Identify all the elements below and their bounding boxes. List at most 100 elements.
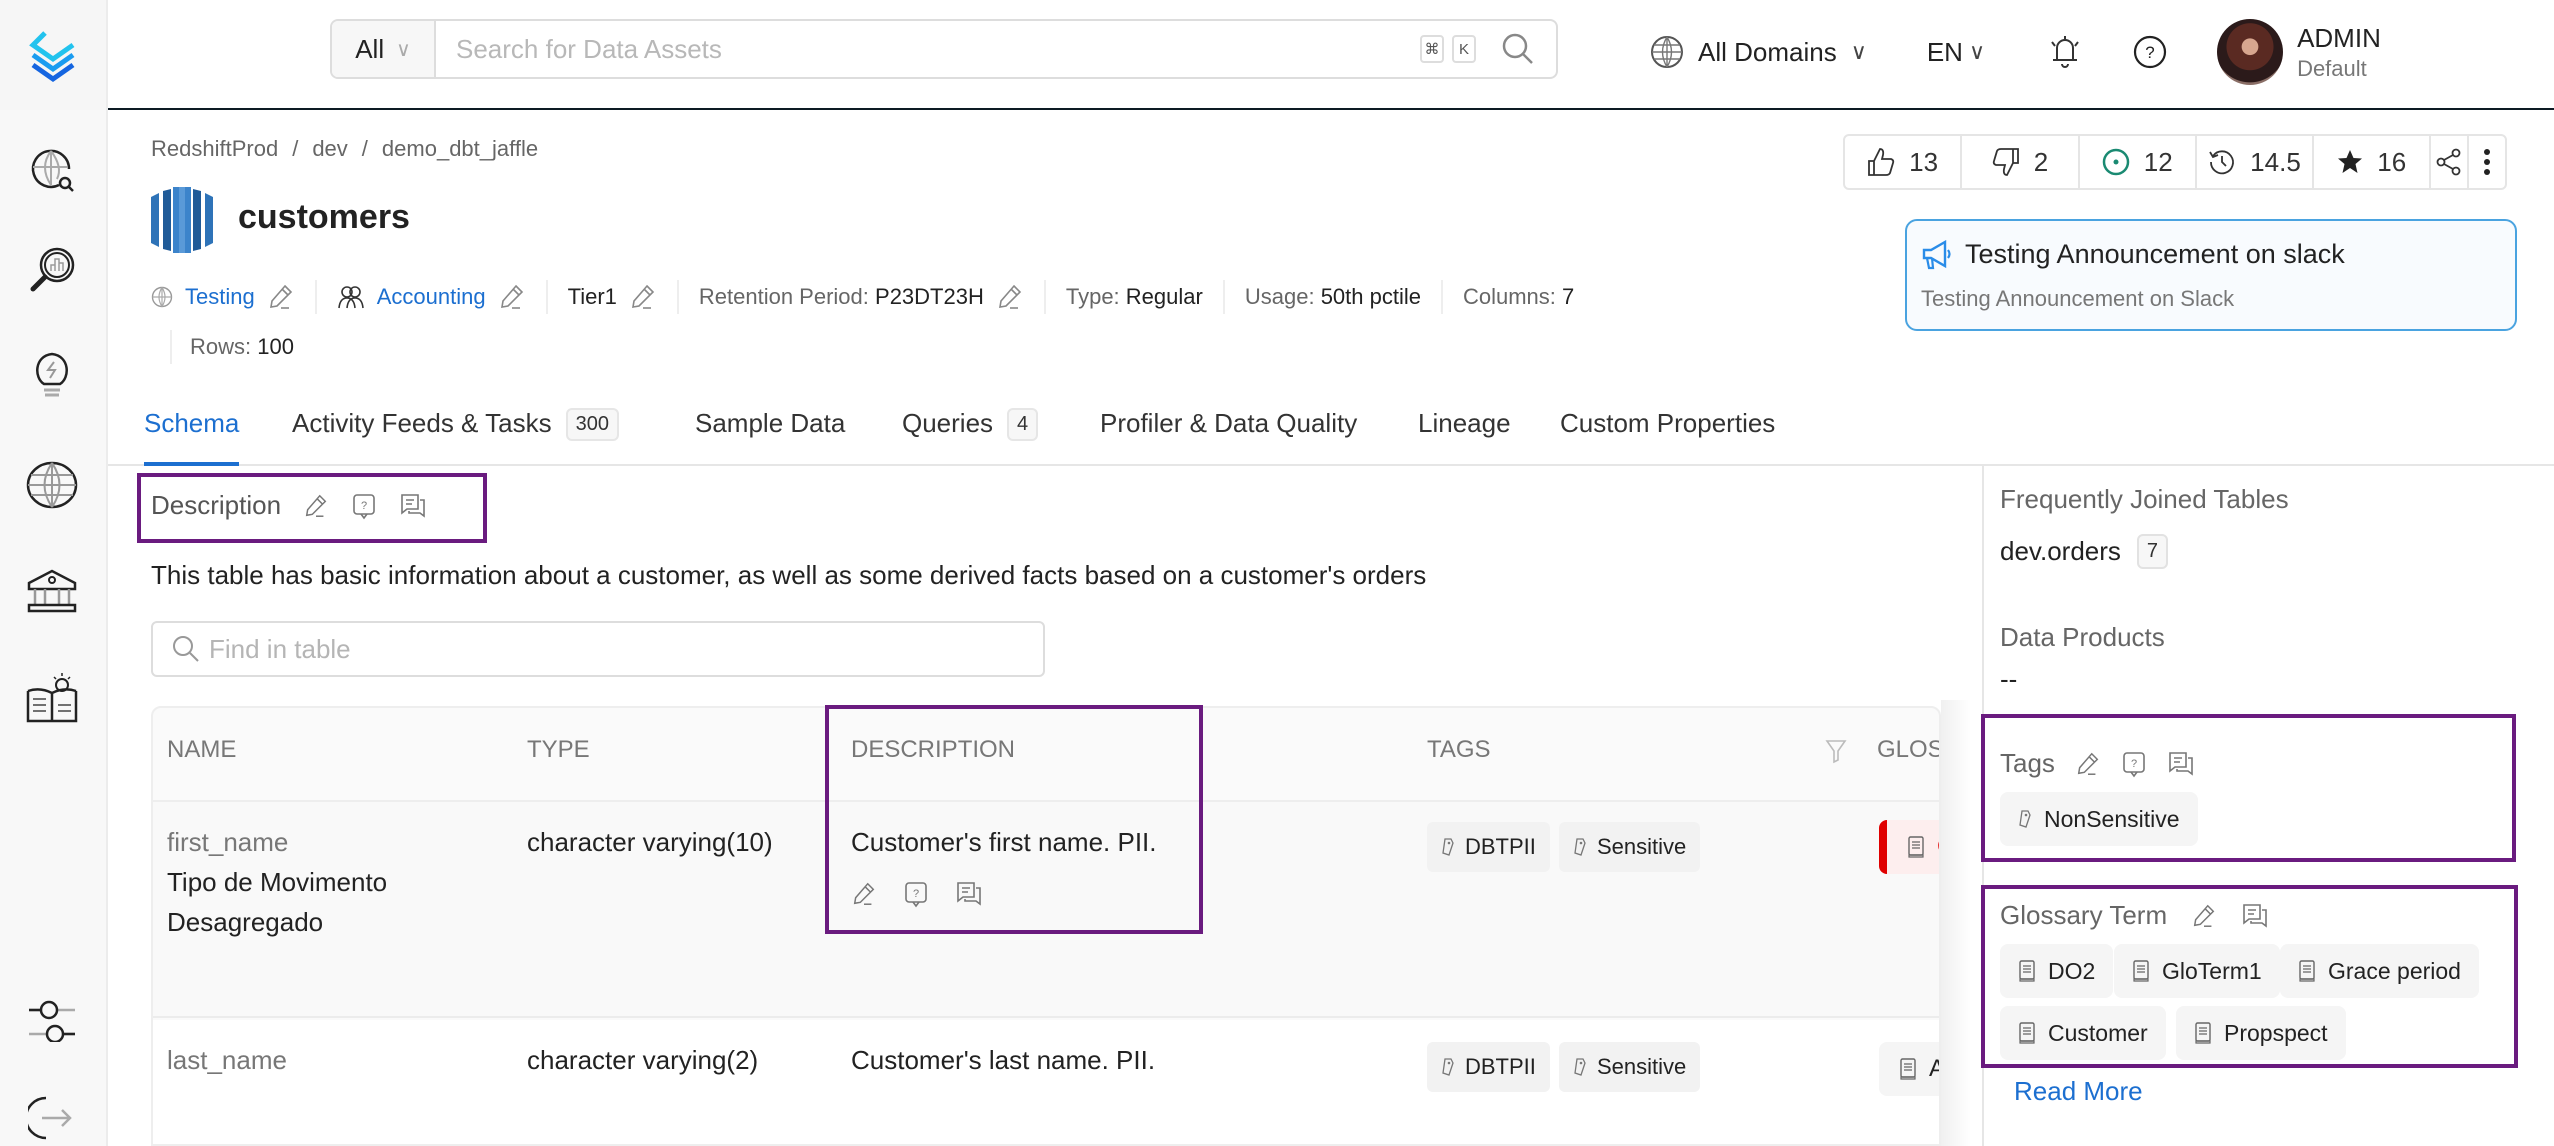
user-name: ADMIN <box>2297 23 2381 53</box>
edit-retention-button[interactable] <box>996 283 1024 311</box>
table-row[interactable]: last_name character varying(2) Customer'… <box>153 1020 1939 1144</box>
retention-label: Retention Period: <box>698 284 869 309</box>
svg-text:?: ? <box>361 500 367 512</box>
more-options-button[interactable] <box>2469 136 2505 188</box>
version-history-button[interactable]: 14.5 <box>2197 136 2315 188</box>
edit-tier-button[interactable] <box>629 283 657 311</box>
app-logo[interactable] <box>0 0 106 110</box>
sidebar-item-observability[interactable] <box>22 240 82 300</box>
tag-chip[interactable]: NonSensitive <box>2000 792 2198 846</box>
share-button[interactable] <box>2431 136 2470 188</box>
read-more-link[interactable]: Read More <box>2014 1076 2143 1107</box>
edit-description-button[interactable] <box>303 492 329 520</box>
column-header-name[interactable]: NAME <box>167 736 236 764</box>
language-selector[interactable]: EN ∨ <box>1927 37 1985 68</box>
column-conversation-button[interactable] <box>955 880 983 908</box>
glossary-conversation-button[interactable] <box>2241 902 2269 930</box>
column-header-glossary[interactable]: GLOS <box>1877 736 1939 764</box>
globe-icon <box>151 286 173 308</box>
tab-label: Lineage <box>1418 408 1511 438</box>
follow-button[interactable]: 12 <box>2080 136 2197 188</box>
glossary-term-chip[interactable]: C <box>1879 820 1939 874</box>
tab-label: Activity Feeds & Tasks <box>292 408 552 438</box>
edit-owner-button[interactable] <box>498 283 526 311</box>
find-in-table-input[interactable] <box>209 633 1043 665</box>
edit-glossary-button[interactable] <box>2191 902 2217 930</box>
search-filter-dropdown[interactable]: All ∨ <box>332 21 436 77</box>
edit-column-description-button[interactable] <box>851 880 877 908</box>
question-bubble-icon: ? <box>905 882 927 908</box>
request-column-description-button[interactable]: ? <box>903 880 929 908</box>
joined-table-link[interactable]: dev.orders <box>2000 536 2121 567</box>
sidebar-item-settings[interactable] <box>22 990 82 1050</box>
table-row[interactable]: first_name Tipo de Movimento Desagregado… <box>153 802 1939 1018</box>
domain-selector[interactable]: All Domains ∨ <box>1650 35 1867 69</box>
sidebar-item-governance[interactable] <box>22 560 82 620</box>
tier-field: Tier1 <box>548 280 679 314</box>
tag-chip[interactable]: DBTPII <box>1427 1042 1550 1092</box>
cmd-key: ⌘ <box>1420 35 1444 63</box>
tab-queries[interactable]: Queries 4 <box>902 408 1039 466</box>
downvote-button[interactable]: 2 <box>1962 136 2080 188</box>
announcement-card[interactable]: Testing Announcement on slack Testing An… <box>1905 219 2517 331</box>
request-tags-button[interactable]: ? <box>2121 750 2147 778</box>
tab-profiler[interactable]: Profiler & Data Quality <box>1100 408 1357 466</box>
notifications-button[interactable] <box>2049 34 2081 70</box>
glossary-book-icon <box>2019 1022 2035 1044</box>
announcement-body: Testing Announcement on Slack <box>1921 286 2235 311</box>
domain-link[interactable]: Testing <box>185 284 255 310</box>
sidebar-item-insights[interactable] <box>22 345 82 405</box>
glossary-term-chip[interactable]: Customer <box>2000 1006 2166 1060</box>
sidebar-item-knowledge[interactable] <box>22 668 82 728</box>
breadcrumb-service[interactable]: RedshiftProd <box>151 136 278 162</box>
conversation-button[interactable] <box>399 492 427 520</box>
edit-domain-button[interactable] <box>267 283 295 311</box>
user-info[interactable]: ADMIN Default <box>2297 22 2381 82</box>
upvote-button[interactable]: 13 <box>1845 136 1963 188</box>
entity-metadata: Testing Accounting Tier1 Retention Perio… <box>151 280 1594 314</box>
columns-value: 7 <box>1562 284 1575 309</box>
thumbs-down-icon <box>1992 148 2019 176</box>
logout-icon <box>28 1096 72 1140</box>
breadcrumb-database[interactable]: dev <box>312 136 347 162</box>
glossary-term-chip[interactable]: GloTerm1 <box>2114 944 2280 998</box>
owner-field: Accounting <box>317 280 548 314</box>
tag-icon <box>1442 1058 1454 1076</box>
sidebar-item-logout[interactable] <box>22 1088 82 1146</box>
glossary-term-chip[interactable]: DO2 <box>2000 944 2114 998</box>
star-button[interactable]: 16 <box>2314 136 2432 188</box>
request-description-button[interactable]: ? <box>351 492 377 520</box>
help-button[interactable]: ? <box>2133 35 2167 69</box>
column-header-tags[interactable]: TAGS <box>1427 736 1491 764</box>
search-button[interactable] <box>1498 29 1538 69</box>
tag-chip[interactable]: DBTPII <box>1427 822 1550 872</box>
tab-custom-properties[interactable]: Custom Properties <box>1560 408 1775 466</box>
avatar[interactable] <box>2217 19 2284 85</box>
edit-tags-button[interactable] <box>2075 750 2101 778</box>
tab-sample-data[interactable]: Sample Data <box>695 408 845 466</box>
tab-schema[interactable]: Schema <box>144 408 240 466</box>
column-description-actions: ? <box>851 880 983 908</box>
glossary-term-chip[interactable]: Propspect <box>2176 1006 2346 1060</box>
pencil-icon <box>305 494 327 517</box>
book-idea-icon <box>26 673 78 723</box>
tag-label: DBTPII <box>1465 1054 1536 1079</box>
sidebar-item-domains[interactable] <box>22 455 82 515</box>
tag-chip[interactable]: Sensitive <box>1559 822 1701 872</box>
column-header-description[interactable]: DESCRIPTION <box>851 736 1015 764</box>
tags-conversation-button[interactable] <box>2167 750 2195 778</box>
tag-chip[interactable]: Sensitive <box>1559 1042 1701 1092</box>
search-input[interactable] <box>436 21 1420 77</box>
tags-filter-button[interactable] <box>1825 738 1847 764</box>
tab-activity-feeds[interactable]: Activity Feeds & Tasks 300 <box>292 408 619 466</box>
column-name: first_name <box>167 827 289 857</box>
tab-lineage[interactable]: Lineage <box>1418 408 1511 466</box>
column-header-type[interactable]: TYPE <box>527 736 590 764</box>
breadcrumb-schema[interactable]: demo_dbt_jaffle <box>382 136 538 162</box>
glossary-term-chip[interactable]: Ac <box>1879 1042 1939 1096</box>
sidebar-item-explore[interactable] <box>22 140 82 200</box>
tab-label: Schema <box>144 408 240 438</box>
owner-link[interactable]: Accounting <box>377 284 486 310</box>
glossary-term-chip[interactable]: Grace period <box>2280 944 2479 998</box>
question-bubble-icon: ? <box>2123 751 2145 777</box>
